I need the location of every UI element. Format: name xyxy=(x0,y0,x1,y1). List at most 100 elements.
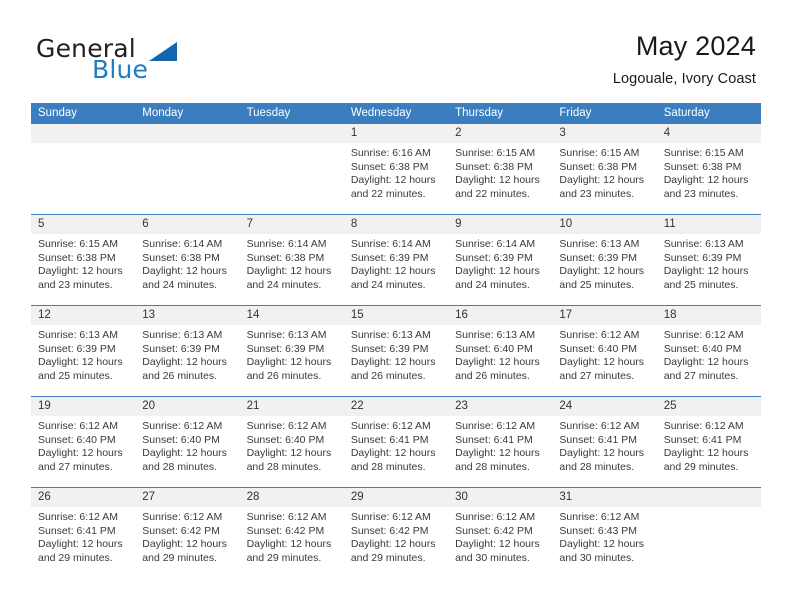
day-cell[interactable]: Sunrise: 6:12 AM Sunset: 6:40 PM Daylight:… xyxy=(657,325,761,396)
daylight-text-cont: and 24 minutes. xyxy=(142,278,217,291)
day-cell[interactable]: Sunrise: 6:15 AM Sunset: 6:38 PM Daylight:… xyxy=(552,143,656,214)
day-cell[interactable]: Sunrise: 6:13 AM Sunset: 6:39 PM Daylight:… xyxy=(31,325,135,396)
daylight-text-cont: and 29 minutes. xyxy=(246,551,322,564)
daylight-text-cont: and 23 minutes. xyxy=(38,278,113,291)
day-cell[interactable]: Sunrise: 6:13 AM Sunset: 6:39 PM Daylight:… xyxy=(344,325,448,396)
day-number[interactable]: 25 xyxy=(657,397,761,416)
sunset-text: Sunset: 6:38 PM xyxy=(663,160,742,173)
sunset-text: Sunset: 6:38 PM xyxy=(38,251,116,264)
day-number[interactable]: 4 xyxy=(657,124,761,143)
day-cell[interactable]: Sunrise: 6:12 AM Sunset: 6:41 PM Daylight:… xyxy=(448,416,552,487)
daylight-text-cont: and 30 minutes. xyxy=(559,551,635,564)
day-number[interactable]: 22 xyxy=(344,397,448,416)
day-cell[interactable]: Sunrise: 6:15 AM Sunset: 6:38 PM Daylight:… xyxy=(448,143,552,214)
day-cell[interactable]: Sunrise: 6:14 AM Sunset: 6:39 PM Daylight:… xyxy=(448,234,552,305)
day-cell[interactable]: Sunrise: 6:13 AM Sunset: 6:39 PM Daylight:… xyxy=(552,234,656,305)
day-number[interactable]: 12 xyxy=(31,306,135,325)
day-cell[interactable]: Sunrise: 6:12 AM Sunset: 6:41 PM Daylight:… xyxy=(31,507,135,578)
day-number[interactable]: 24 xyxy=(552,397,656,416)
brand-logo[interactable]: General Blue xyxy=(36,36,296,88)
day-number[interactable]: 21 xyxy=(240,397,344,416)
day-cell[interactable]: Sunrise: 6:13 AM Sunset: 6:39 PM Daylight:… xyxy=(240,325,344,396)
day-cell[interactable]: Sunrise: 6:13 AM Sunset: 6:39 PM Daylight:… xyxy=(657,234,761,305)
daylight-text: Daylight: 12 hours xyxy=(559,265,645,277)
day-cell[interactable]: Sunrise: 6:12 AM Sunset: 6:40 PM Daylight:… xyxy=(552,325,656,396)
sunset-text: Sunset: 6:41 PM xyxy=(350,433,429,446)
day-number[interactable]: 7 xyxy=(240,215,344,234)
daylight-text: Daylight: 12 hours xyxy=(38,356,123,368)
calendar-week-row: 12 13 14 15 16 17 18 Sunrise: 6:13 AM Sunset: 6:… xyxy=(31,305,761,396)
day-cell[interactable]: Sunrise: 6:12 AM Sunset: 6:42 PM Daylight:… xyxy=(344,507,448,578)
day-cell[interactable]: Sunrise: 6:12 AM Sunset: 6:41 PM Daylight:… xyxy=(657,416,761,487)
day-number[interactable]: 13 xyxy=(135,306,239,325)
sunrise-text: Sunrise: 6:13 AM xyxy=(350,329,431,341)
sunrise-text: Sunrise: 6:13 AM xyxy=(455,329,536,341)
sunrise-text: Sunrise: 6:12 AM xyxy=(246,511,327,523)
day-number[interactable]: 11 xyxy=(657,215,761,234)
day-cell[interactable]: Sunrise: 6:12 AM Sunset: 6:41 PM Daylight:… xyxy=(344,416,448,487)
daylight-text-cont: and 29 minutes. xyxy=(663,460,739,473)
title-block: May 2024 Logouale, Ivory Coast xyxy=(613,30,756,88)
day-number[interactable]: 19 xyxy=(31,397,135,416)
day-number-band: 26 27 28 29 30 31 xyxy=(31,488,761,507)
day-cell[interactable]: Sunrise: 6:16 AM Sunset: 6:38 PM Daylight:… xyxy=(344,143,448,214)
day-number-band: 5 6 7 8 9 10 11 xyxy=(31,215,761,234)
day-number-empty xyxy=(657,488,761,507)
sunset-text: Sunset: 6:39 PM xyxy=(350,342,429,355)
day-info-band: Sunrise: 6:12 AM Sunset: 6:41 PM Daylight:… xyxy=(31,507,761,578)
day-number[interactable]: 1 xyxy=(344,124,448,143)
day-number[interactable]: 16 xyxy=(448,306,552,325)
day-number[interactable]: 2 xyxy=(448,124,552,143)
day-cell[interactable]: Sunrise: 6:12 AM Sunset: 6:43 PM Daylight:… xyxy=(552,507,656,578)
day-cell[interactable]: Sunrise: 6:12 AM Sunset: 6:40 PM Daylight:… xyxy=(135,416,239,487)
day-number[interactable]: 27 xyxy=(135,488,239,507)
day-number[interactable]: 31 xyxy=(552,488,656,507)
weekday-header-row: Sunday Monday Tuesday Wednesday Thursday Frid… xyxy=(31,103,761,124)
day-cell-empty xyxy=(240,143,344,214)
day-cell[interactable]: Sunrise: 6:13 AM Sunset: 6:40 PM Daylight:… xyxy=(448,325,552,396)
day-number[interactable]: 29 xyxy=(344,488,448,507)
day-number-empty xyxy=(240,124,344,143)
day-number[interactable]: 17 xyxy=(552,306,656,325)
daylight-text: Daylight: 12 hours xyxy=(663,447,749,459)
daylight-text: Daylight: 12 hours xyxy=(38,265,123,277)
daylight-text: Daylight: 12 hours xyxy=(38,447,123,459)
daylight-text-cont: and 28 minutes. xyxy=(350,460,426,473)
day-number[interactable]: 8 xyxy=(344,215,448,234)
day-cell[interactable]: Sunrise: 6:12 AM Sunset: 6:40 PM Daylight:… xyxy=(31,416,135,487)
day-number[interactable]: 10 xyxy=(552,215,656,234)
day-number[interactable]: 30 xyxy=(448,488,552,507)
day-number[interactable]: 18 xyxy=(657,306,761,325)
sunset-text: Sunset: 6:42 PM xyxy=(246,524,325,537)
day-number[interactable]: 14 xyxy=(240,306,344,325)
sunset-text: Sunset: 6:43 PM xyxy=(559,524,638,537)
day-cell[interactable]: Sunrise: 6:12 AM Sunset: 6:41 PM Daylight:… xyxy=(552,416,656,487)
day-cell[interactable]: Sunrise: 6:15 AM Sunset: 6:38 PM Daylight:… xyxy=(657,143,761,214)
day-number[interactable]: 26 xyxy=(31,488,135,507)
day-cell[interactable]: Sunrise: 6:12 AM Sunset: 6:42 PM Daylight:… xyxy=(135,507,239,578)
day-number[interactable]: 15 xyxy=(344,306,448,325)
sunset-text: Sunset: 6:39 PM xyxy=(142,342,220,355)
day-cell[interactable]: Sunrise: 6:15 AM Sunset: 6:38 PM Daylight:… xyxy=(31,234,135,305)
day-number[interactable]: 23 xyxy=(448,397,552,416)
day-number[interactable]: 6 xyxy=(135,215,239,234)
weekday-header-thursday: Thursday xyxy=(455,107,504,119)
day-cell[interactable]: Sunrise: 6:13 AM Sunset: 6:39 PM Daylight:… xyxy=(135,325,239,396)
day-number[interactable]: 20 xyxy=(135,397,239,416)
day-cell[interactable]: Sunrise: 6:12 AM Sunset: 6:42 PM Daylight:… xyxy=(448,507,552,578)
day-cell[interactable]: Sunrise: 6:12 AM Sunset: 6:42 PM Daylight:… xyxy=(240,507,344,578)
day-number[interactable]: 9 xyxy=(448,215,552,234)
day-cell[interactable]: Sunrise: 6:14 AM Sunset: 6:38 PM Daylight:… xyxy=(240,234,344,305)
day-number-band: 12 13 14 15 16 17 18 xyxy=(31,306,761,325)
day-cell[interactable]: Sunrise: 6:12 AM Sunset: 6:40 PM Daylight:… xyxy=(240,416,344,487)
weekday-header-sunday: Sunday xyxy=(38,107,78,119)
day-number[interactable]: 28 xyxy=(240,488,344,507)
daylight-text: Daylight: 12 hours xyxy=(142,356,227,368)
day-cell[interactable]: Sunrise: 6:14 AM Sunset: 6:38 PM Daylight:… xyxy=(135,234,239,305)
day-cell[interactable]: Sunrise: 6:14 AM Sunset: 6:39 PM Daylight:… xyxy=(344,234,448,305)
triangle-icon xyxy=(149,42,177,61)
day-number[interactable]: 3 xyxy=(552,124,656,143)
day-number-band: 19 20 21 22 23 24 25 xyxy=(31,397,761,416)
day-number[interactable]: 5 xyxy=(31,215,135,234)
daylight-text: Daylight: 12 hours xyxy=(455,265,540,277)
